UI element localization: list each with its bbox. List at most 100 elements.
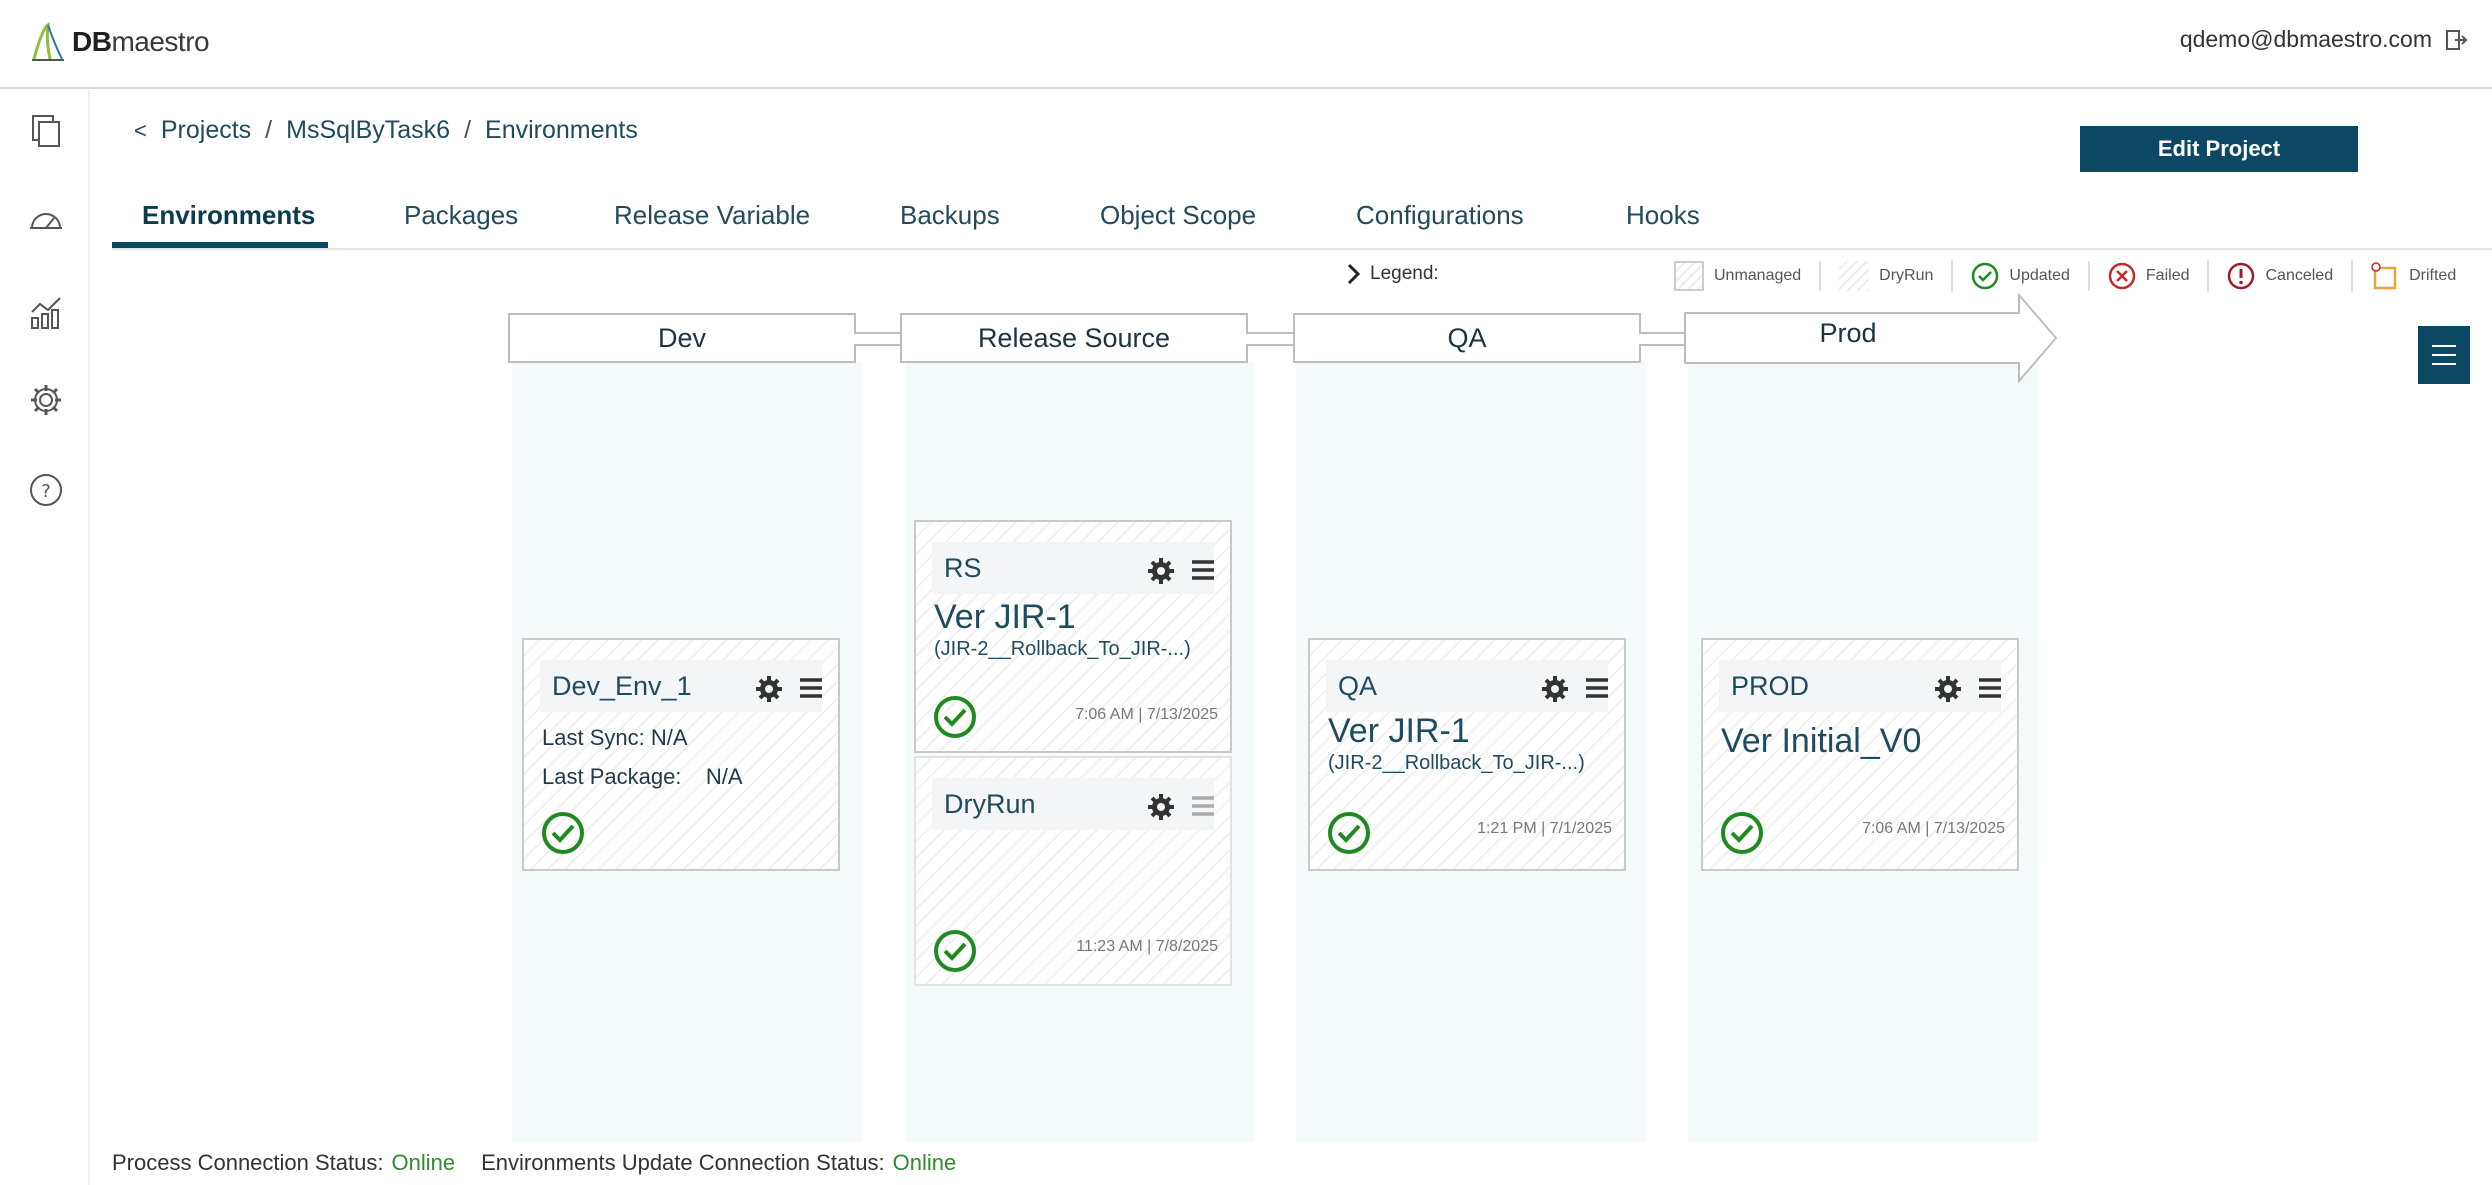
menu-icon[interactable]	[798, 674, 824, 702]
gear-icon[interactable]	[1540, 674, 1570, 704]
tab-packages[interactable]: Packages	[404, 200, 518, 248]
user-email: qdemo@dbmaestro.com	[2179, 26, 2432, 52]
breadcrumb-separator: /	[265, 116, 273, 144]
card-actions	[1146, 792, 1216, 822]
breadcrumb-project[interactable]: MsSqlByTask6	[286, 116, 450, 145]
env-version: Ver JIR-1	[934, 598, 1076, 636]
legend-text: Canceled	[2265, 267, 2334, 284]
menu-icon[interactable]	[1190, 792, 1216, 820]
updated-check-icon	[1972, 262, 1999, 290]
breadcrumb: < Projects / MsSqlByTask6 / Environments	[134, 116, 638, 145]
env-name: Dev_Env_1	[552, 670, 692, 701]
env-timestamp: 7:06 AM | 7/13/2025	[1075, 706, 1218, 723]
env-version: Ver Initial_V0	[1721, 722, 1922, 760]
edit-project-button[interactable]: Edit Project	[2080, 126, 2358, 172]
chevron-right-icon	[1347, 263, 1361, 285]
connection-status: Process Connection Status: Online Enviro…	[112, 1150, 956, 1176]
tab-backups[interactable]: Backups	[900, 200, 1000, 248]
env-name: RS	[944, 552, 982, 583]
legend-canceled: Canceled	[2209, 261, 2354, 291]
env-timestamp: 1:21 PM | 7/1/2025	[1477, 820, 1612, 837]
logo-text: DBmaestro	[72, 26, 210, 57]
menu-icon[interactable]	[1190, 556, 1216, 584]
legend-text: Drifted	[2409, 267, 2457, 284]
gear-icon[interactable]	[754, 674, 784, 704]
tab-environments[interactable]: Environments	[142, 200, 315, 248]
hamburger-icon	[2432, 345, 2456, 365]
card-actions	[1933, 674, 2003, 704]
settings-gear-icon[interactable]	[28, 382, 64, 418]
env-version-detail: (JIR-2__Rollback_To_JIR-...)	[1328, 752, 1585, 774]
updated-check-icon	[1328, 812, 1370, 854]
process-status-value: Online	[391, 1150, 456, 1175]
legend-toggle[interactable]: Legend:	[1346, 262, 1439, 286]
stage-qa: QA	[1293, 313, 1641, 363]
env-card-rs[interactable]: RS Ver JIR-1 (JIR-2__Rollback_To_JIR-...…	[914, 520, 1232, 753]
gear-icon[interactable]	[1146, 556, 1176, 586]
breadcrumb-back[interactable]: <	[134, 118, 147, 144]
legend-failed: Failed	[2090, 261, 2210, 291]
dryrun-swatch	[1839, 261, 1870, 291]
logo[interactable]: DBmaestro	[30, 20, 210, 64]
breadcrumb-projects[interactable]: Projects	[161, 116, 251, 145]
env-card-dev[interactable]: Dev_Env_1 Last Sync: N/A Last Package: N…	[522, 638, 840, 871]
gear-icon[interactable]	[1933, 674, 1963, 704]
legend-text: Updated	[2009, 267, 2070, 284]
stage-connector	[854, 332, 901, 346]
stage-release-source: Release Source	[900, 313, 1248, 363]
updated-check-icon	[542, 812, 584, 854]
dbmaestro-logo-icon	[32, 21, 64, 61]
env-version-detail: (JIR-2__Rollback_To_JIR-...)	[934, 638, 1191, 660]
breadcrumb-separator: /	[464, 116, 472, 144]
dashboard-gauge-icon[interactable]	[28, 202, 64, 238]
stage-prod: Prod	[1819, 318, 1877, 348]
card-actions	[754, 674, 824, 704]
env-timestamp: 7:06 AM | 7/13/2025	[1862, 820, 2005, 837]
help-icon[interactable]: ?	[28, 472, 64, 508]
stage-dev: Dev	[508, 313, 856, 363]
env-timestamp: 11:23 AM | 7/8/2025	[1076, 938, 1218, 955]
last-package: Last Package: N/A	[542, 764, 743, 789]
projects-icon[interactable]	[28, 112, 64, 148]
legend: Unmanaged DryRun Updated Failed Canceled…	[1656, 258, 2474, 294]
env-card-dryrun[interactable]: DryRun 11:23 AM | 7/8/2025	[914, 756, 1232, 986]
card-actions	[1540, 674, 1610, 704]
side-panel-menu-button[interactable]	[2418, 326, 2470, 384]
legend-text: DryRun	[1879, 267, 1934, 284]
env-card-prod[interactable]: PROD Ver Initial_V0 7:06 AM | 7/13/2025	[1701, 638, 2019, 871]
legend-updated: Updated	[1953, 261, 2090, 291]
last-sync: Last Sync: N/A	[542, 725, 688, 750]
env-name: DryRun	[944, 788, 1036, 819]
top-bar: DBmaestro qdemo@dbmaestro.com	[0, 0, 2492, 89]
env-version: Ver JIR-1	[1328, 712, 1470, 750]
failed-x-icon	[2108, 262, 2136, 290]
menu-icon[interactable]	[1977, 674, 2003, 702]
menu-icon[interactable]	[1584, 674, 1610, 702]
stage-connector	[1246, 332, 1294, 346]
tab-hooks[interactable]: Hooks	[1626, 200, 1700, 248]
tab-configurations[interactable]: Configurations	[1356, 200, 1524, 248]
legend-drifted: Drifted	[2353, 261, 2474, 291]
env-card-qa[interactable]: QA Ver JIR-1 (JIR-2__Rollback_To_JIR-...…	[1308, 638, 1626, 871]
active-tab-indicator	[112, 242, 328, 248]
env-name: PROD	[1731, 670, 1810, 701]
tab-bar: Environments Packages Release Variable B…	[112, 200, 2492, 250]
env-name: QA	[1338, 670, 1378, 701]
unmanaged-swatch	[1674, 261, 1704, 291]
card-actions	[1146, 556, 1216, 586]
stage-connector	[1639, 332, 1685, 346]
legend-text: Unmanaged	[1714, 267, 1802, 284]
gear-icon[interactable]	[1146, 792, 1176, 822]
process-status-label: Process Connection Status:	[112, 1150, 384, 1175]
legend-dryrun: DryRun	[1821, 261, 1954, 291]
drifted-icon	[2371, 262, 2397, 290]
tab-release-variable[interactable]: Release Variable	[614, 200, 810, 248]
tab-object-scope[interactable]: Object Scope	[1100, 200, 1256, 248]
legend-text: Failed	[2145, 267, 2190, 284]
analytics-chart-icon[interactable]	[28, 294, 64, 330]
legend-unmanaged: Unmanaged	[1656, 261, 1822, 291]
env-status-value: Online	[892, 1150, 957, 1175]
logout-icon[interactable]	[2444, 28, 2468, 52]
legend-label: Legend:	[1370, 263, 1439, 284]
